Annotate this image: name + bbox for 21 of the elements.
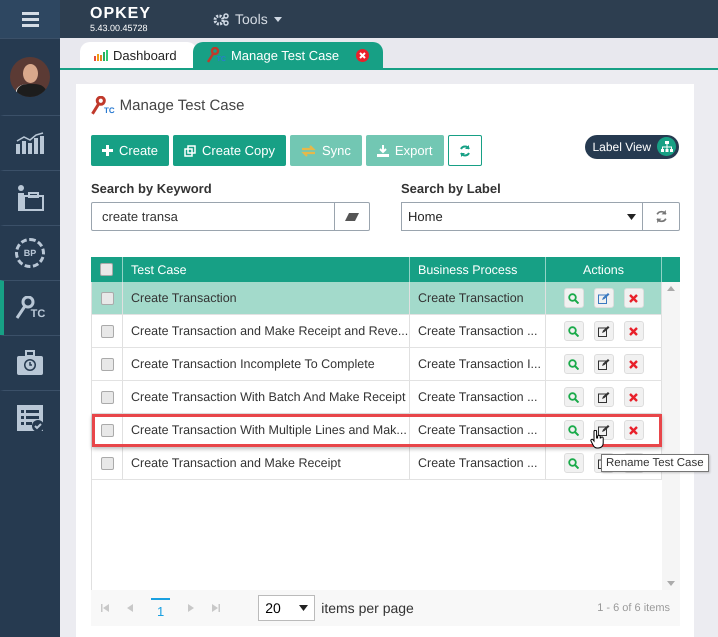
table-cell: Create Transaction ... — [410, 315, 546, 347]
per-page-label: items per page — [321, 600, 414, 616]
business-process-icon: BP — [15, 238, 45, 268]
table-cell: Create Transaction ... — [410, 414, 546, 446]
logo: OPKEY — [90, 6, 152, 22]
field-label: Search by Keyword — [91, 181, 213, 196]
table-cell: Create Transaction ... — [410, 447, 546, 479]
table-cell: Create Transaction and Make Receipt and Reve... — [123, 315, 410, 347]
tooltip: Rename Test Case — [601, 454, 709, 472]
table-cell: Create Transaction With Multiple Lines and Mak... — [123, 414, 410, 446]
version-text: 5.43.00.45728 — [90, 24, 149, 32]
table-cell: Create Transaction With Batch And Make Receipt — [123, 381, 410, 413]
table-cell: Create Transaction Incomplete To Complete — [123, 348, 410, 380]
table-cell: Create Transaction — [410, 282, 546, 314]
field-label: Search by Label — [401, 181, 502, 196]
table-cell: Create Transaction — [123, 282, 410, 314]
table-cell: Create Transaction ... — [410, 381, 546, 413]
table-cell: Create Transaction I... — [410, 348, 546, 380]
table-cell: Create Transaction and Make Receipt — [123, 447, 410, 479]
item-count: 1 - 6 of 6 items — [597, 602, 670, 614]
page-title: Manage Test Case — [120, 97, 244, 114]
